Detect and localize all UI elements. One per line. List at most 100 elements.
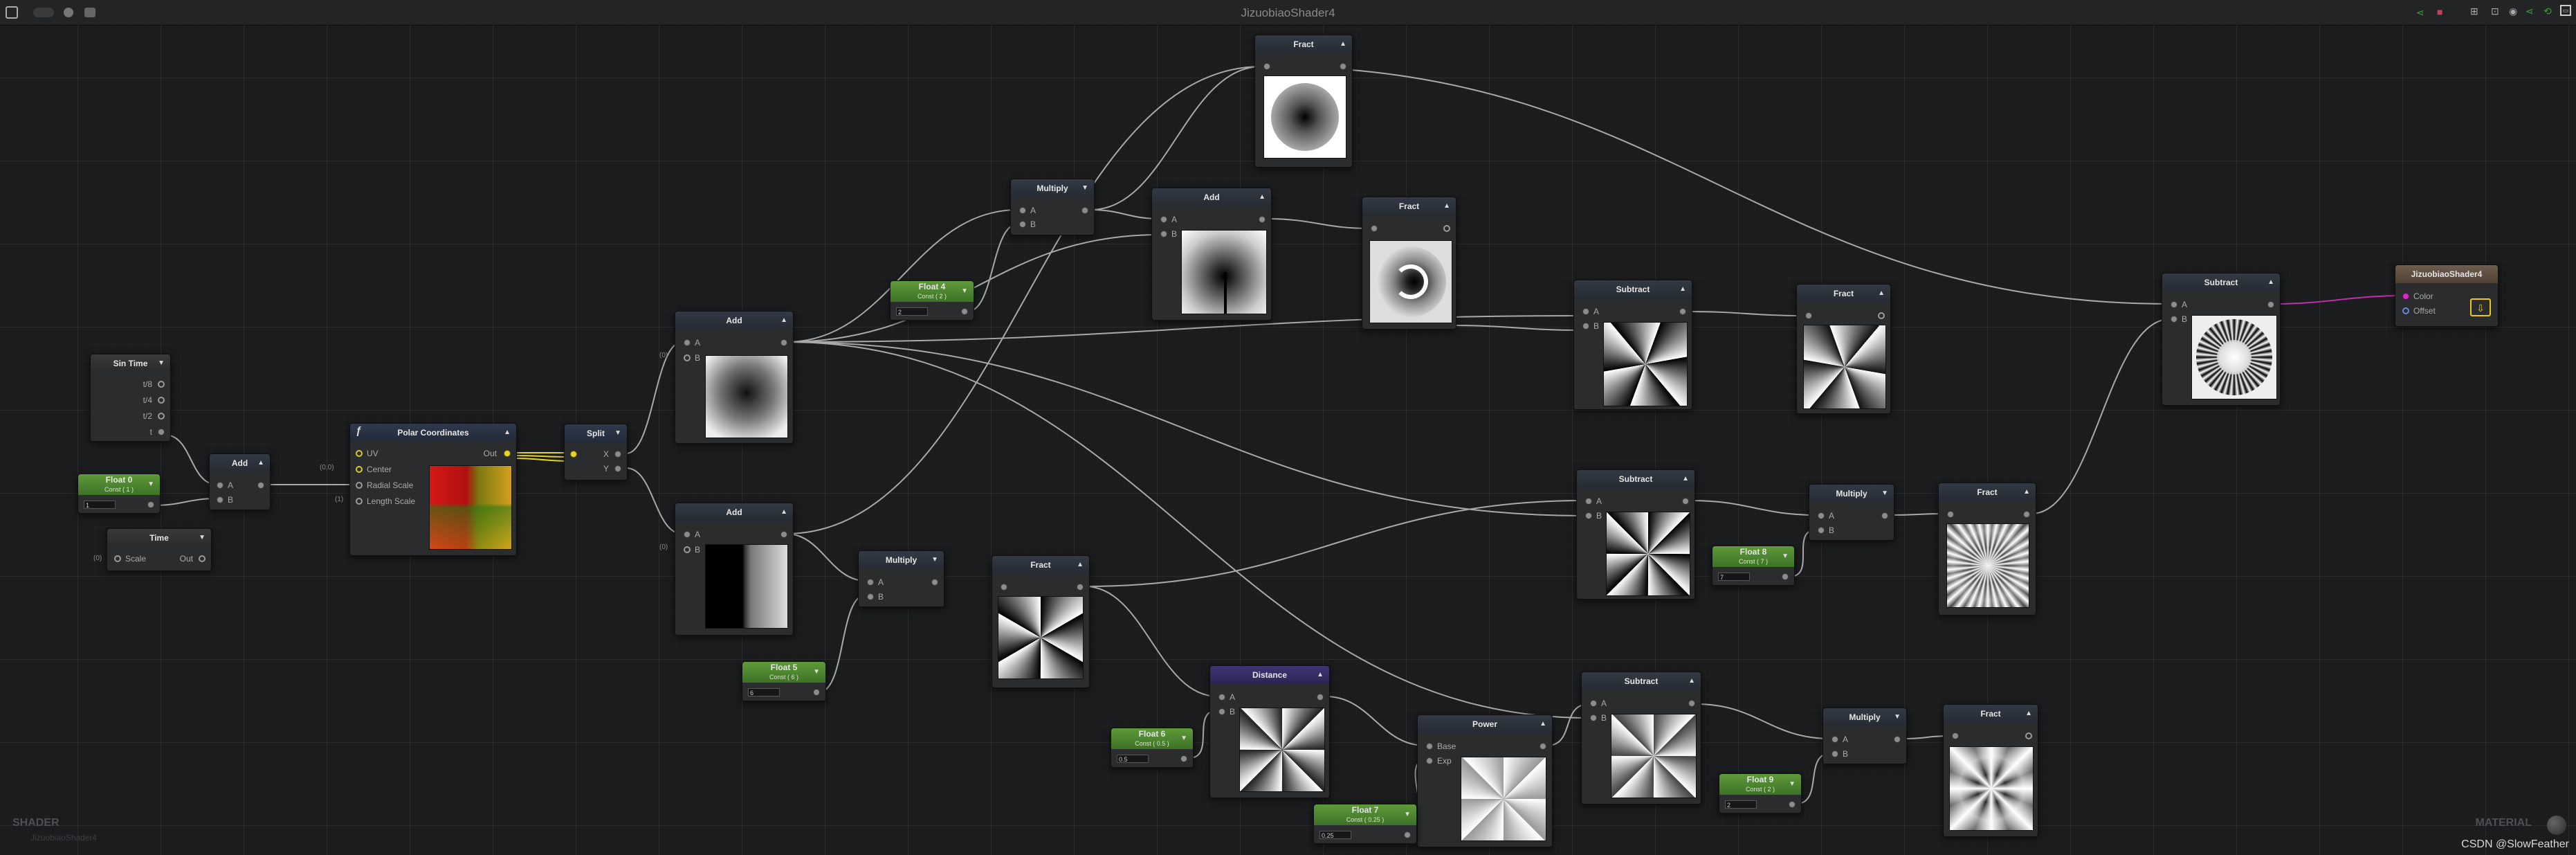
input-port[interactable]: [1818, 512, 1825, 519]
output-port[interactable]: [158, 413, 165, 420]
collapse-icon[interactable]: ▼: [614, 424, 621, 442]
collapse-icon[interactable]: ▼: [1789, 780, 1796, 789]
output-port[interactable]: [1782, 573, 1789, 580]
layout-icon[interactable]: ⊞: [2470, 6, 2478, 17]
collapse-icon[interactable]: ▼: [931, 551, 938, 569]
input-port[interactable]: [217, 496, 223, 503]
output-port[interactable]: [1317, 694, 1324, 701]
node-float-4[interactable]: Float 4 Const ( 2 ) ▼ 2: [890, 280, 974, 321]
node-multiply-3[interactable]: Multiply ▼ A B: [1809, 484, 1894, 541]
collapse-icon[interactable]: ▲: [1679, 280, 1686, 298]
node-subtract-4[interactable]: Subtract ▲ A B: [2162, 273, 2281, 406]
input-port[interactable]: [114, 555, 121, 562]
collapse-icon[interactable]: ▼: [158, 354, 165, 372]
output-port[interactable]: [1404, 831, 1411, 838]
download-icon[interactable]: ⇩: [2470, 298, 2491, 316]
input-port[interactable]: [1019, 207, 1026, 214]
output-port[interactable]: [2023, 511, 2030, 518]
recenter-icon[interactable]: ◉: [2509, 6, 2517, 17]
node-sin-time[interactable]: Sin Time ▼ t/8 t/4 t/2 t: [90, 354, 171, 442]
collapse-icon[interactable]: ▲: [780, 503, 787, 521]
output-port[interactable]: [1540, 743, 1546, 750]
input-port[interactable]: [1371, 225, 1378, 232]
node-float-0[interactable]: Float 0 Const ( 1 ) ▼ 1: [77, 474, 161, 514]
node-add-2[interactable]: Add ▲ A B: [675, 311, 794, 444]
output-port[interactable]: [1688, 700, 1695, 707]
node-float-7[interactable]: Float 7 Const ( 0.25 ) ▼ 0.25: [1313, 804, 1417, 844]
input-port[interactable]: [1582, 323, 1589, 330]
collapse-icon[interactable]: ▲: [1682, 470, 1689, 488]
input-port[interactable]: [1831, 750, 1838, 757]
output-port-y[interactable]: [614, 465, 621, 472]
input-port[interactable]: [684, 354, 691, 361]
value-field[interactable]: 0.25: [1319, 831, 1351, 839]
output-port[interactable]: [1682, 498, 1689, 505]
output-port-x[interactable]: [614, 451, 621, 458]
save-icon[interactable]: ⊡: [2491, 6, 2499, 17]
collapse-icon[interactable]: ▲: [1340, 35, 1346, 53]
minimize-icon[interactable]: ▭: [2560, 5, 2571, 16]
node-fract-2[interactable]: Fract ▲: [1362, 197, 1456, 330]
collapse-icon[interactable]: ▲: [1443, 197, 1450, 215]
collapse-icon[interactable]: ▼: [813, 667, 820, 676]
input-port[interactable]: [1947, 511, 1954, 518]
node-subtract-2[interactable]: Subtract ▲ A B: [1576, 469, 1695, 600]
input-port-offset[interactable]: [2402, 307, 2409, 314]
output-port[interactable]: [780, 339, 787, 346]
collapse-icon[interactable]: ▼: [1894, 708, 1901, 726]
output-port[interactable]: [2025, 732, 2032, 739]
collapse-icon[interactable]: ▲: [780, 312, 787, 330]
output-port[interactable]: [257, 482, 264, 489]
value-field[interactable]: 0.5: [1117, 755, 1149, 763]
input-port[interactable]: [867, 579, 874, 586]
input-port[interactable]: [1585, 512, 1592, 519]
node-multiply-2[interactable]: Multiply ▼ A B: [858, 550, 944, 607]
material-preview-icon[interactable]: [2547, 816, 2566, 835]
input-port[interactable]: [1952, 732, 1959, 739]
collapse-icon[interactable]: ▲: [504, 424, 511, 442]
value-field[interactable]: 1: [84, 501, 116, 509]
node-fract-1[interactable]: Fract ▲: [1254, 35, 1353, 168]
node-subtract-3[interactable]: Subtract ▲ A B: [1581, 672, 1701, 804]
input-port[interactable]: [2171, 316, 2177, 323]
node-time[interactable]: Time ▼ Scale Out: [107, 528, 212, 571]
output-port[interactable]: [1081, 207, 1088, 214]
collapse-icon[interactable]: ▼: [961, 287, 968, 296]
camera-icon[interactable]: ■: [2437, 6, 2442, 17]
input-port[interactable]: [1818, 527, 1825, 534]
collapse-icon[interactable]: ▲: [1259, 188, 1266, 206]
value-field[interactable]: 2: [1725, 800, 1757, 809]
node-add-4[interactable]: Add ▲ A B: [1151, 188, 1272, 321]
output-port[interactable]: [780, 531, 787, 538]
input-port[interactable]: [1001, 584, 1007, 591]
input-port[interactable]: [1263, 63, 1270, 70]
collapse-icon[interactable]: ▲: [1077, 556, 1084, 574]
collapse-icon[interactable]: ▲: [1540, 715, 1546, 733]
node-fract-5[interactable]: Fract ▲: [1938, 483, 2036, 615]
node-master-output[interactable]: JizuobiaoShader4 Color Offset ⇩: [2395, 264, 2499, 327]
input-port[interactable]: [1019, 221, 1026, 228]
input-port-color[interactable]: [2402, 293, 2409, 300]
node-fract-4[interactable]: Fract ▲: [1796, 284, 1891, 414]
node-float-9[interactable]: Float 9 Const ( 2 ) ▼ 2: [1719, 773, 1802, 813]
node-multiply-1[interactable]: Multiply ▼ A B: [1010, 179, 1095, 235]
input-port[interactable]: [1590, 700, 1597, 707]
collapse-icon[interactable]: ▲: [1878, 285, 1885, 303]
node-distance[interactable]: Distance ▲ A B: [1209, 665, 1330, 798]
node-fract-3[interactable]: Fract ▲: [992, 555, 1090, 688]
value-field[interactable]: 2: [896, 307, 928, 316]
output-port[interactable]: [504, 450, 511, 457]
value-field[interactable]: 6: [748, 688, 780, 696]
output-port[interactable]: [1878, 312, 1885, 319]
input-port[interactable]: [684, 546, 691, 553]
output-port[interactable]: [1259, 216, 1266, 223]
output-port[interactable]: [1894, 736, 1901, 743]
output-port[interactable]: [1340, 63, 1346, 70]
input-port[interactable]: [1160, 231, 1167, 237]
input-port[interactable]: [1426, 743, 1433, 750]
share-icon[interactable]: ⋖: [2416, 7, 2424, 19]
input-port[interactable]: [1582, 308, 1589, 315]
node-add-3[interactable]: Add ▲ A B: [675, 503, 794, 636]
settings-icon[interactable]: ⋖: [2525, 6, 2534, 17]
input-port[interactable]: [1590, 714, 1597, 721]
